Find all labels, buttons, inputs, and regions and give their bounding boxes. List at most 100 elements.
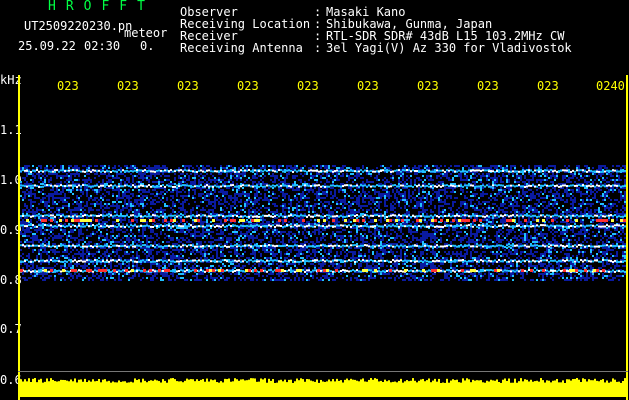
noise-pixel xyxy=(604,193,606,195)
noise-pixel xyxy=(368,229,370,231)
noise-pixel xyxy=(60,229,62,231)
noise-pixel xyxy=(376,197,378,199)
noise-pixel xyxy=(152,167,154,169)
noise-pixel xyxy=(258,183,260,185)
noise-pixel xyxy=(132,205,134,207)
noise-pixel xyxy=(266,229,268,231)
noise-pixel xyxy=(156,165,158,167)
noise-pixel xyxy=(506,229,508,231)
noise-pixel xyxy=(76,213,78,215)
noise-pixel xyxy=(264,195,266,197)
noise-pixel xyxy=(330,193,332,195)
noise-pixel xyxy=(476,181,478,183)
noise-pixel xyxy=(340,167,342,169)
noise-pixel xyxy=(214,179,216,181)
noise-pixel xyxy=(26,235,28,237)
noise-pixel xyxy=(94,165,96,167)
noise-pixel xyxy=(352,197,354,199)
noise-pixel xyxy=(238,169,240,171)
noise-pixel xyxy=(478,201,480,203)
noise-pixel xyxy=(574,223,576,225)
noise-pixel xyxy=(88,235,90,237)
noise-pixel xyxy=(276,233,278,235)
noise-pixel xyxy=(78,189,80,191)
noise-pixel xyxy=(60,165,62,167)
noise-pixel xyxy=(530,175,532,177)
noise-pixel xyxy=(102,173,104,175)
noise-pixel xyxy=(336,217,338,219)
noise-pixel xyxy=(274,205,276,207)
noise-pixel xyxy=(50,229,52,231)
noise-pixel xyxy=(66,173,68,175)
noise-pixel xyxy=(92,189,94,191)
noise-pixel xyxy=(44,201,46,203)
noise-pixel xyxy=(364,197,366,199)
noise-pixel xyxy=(438,221,440,223)
noise-pixel xyxy=(202,165,204,167)
noise-pixel xyxy=(576,209,578,211)
noise-pixel xyxy=(336,231,338,233)
noise-pixel xyxy=(184,187,186,189)
noise-pixel xyxy=(68,209,70,211)
noise-pixel xyxy=(74,179,76,181)
noise-pixel xyxy=(108,175,110,177)
noise-pixel xyxy=(136,195,138,197)
noise-pixel xyxy=(230,197,232,199)
noise-pixel xyxy=(276,231,278,233)
noise-pixel xyxy=(42,181,44,183)
noise-pixel xyxy=(392,191,394,193)
noise-pixel xyxy=(602,199,604,201)
noise-pixel xyxy=(480,167,482,169)
noise-pixel xyxy=(350,211,352,213)
noise-pixel xyxy=(612,233,614,235)
noise-pixel xyxy=(438,181,440,183)
noise-pixel xyxy=(346,167,348,169)
noise-pixel xyxy=(382,165,384,167)
noise-pixel xyxy=(536,199,538,201)
noise-pixel xyxy=(130,229,132,231)
noise-pixel xyxy=(194,235,196,237)
noise-pixel xyxy=(152,201,154,203)
noise-pixel xyxy=(130,207,132,209)
noise-pixel xyxy=(528,199,530,201)
noise-pixel xyxy=(586,167,588,169)
noise-pixel xyxy=(384,177,386,179)
noise-pixel xyxy=(286,207,288,209)
noise-pixel xyxy=(306,231,308,233)
noise-pixel xyxy=(408,191,410,193)
noise-pixel xyxy=(118,177,120,179)
noise-pixel xyxy=(144,171,146,173)
noise-pixel xyxy=(304,235,306,237)
noise-pixel xyxy=(530,189,532,191)
noise-pixel xyxy=(604,183,606,185)
noise-pixel xyxy=(446,191,448,193)
noise-pixel xyxy=(380,183,382,185)
noise-pixel xyxy=(444,175,446,177)
noise-pixel xyxy=(48,193,50,195)
noise-pixel xyxy=(362,177,364,179)
noise-pixel xyxy=(604,167,606,169)
noise-pixel xyxy=(598,201,600,203)
noise-pixel xyxy=(240,193,242,195)
noise-pixel xyxy=(324,183,326,185)
noise-pixel xyxy=(312,211,314,213)
noise-pixel xyxy=(398,191,400,193)
noise-pixel xyxy=(174,205,176,207)
noise-pixel xyxy=(208,179,210,181)
noise-pixel xyxy=(158,201,160,203)
noise-pixel xyxy=(102,223,104,225)
noise-pixel xyxy=(570,189,572,191)
noise-pixel xyxy=(346,203,348,205)
noise-pixel xyxy=(320,175,322,177)
noise-pixel xyxy=(340,209,342,211)
noise-pixel xyxy=(296,205,298,207)
noise-pixel xyxy=(582,227,584,229)
noise-pixel xyxy=(78,209,80,211)
noise-pixel xyxy=(136,211,138,213)
noise-pixel xyxy=(162,209,164,211)
noise-pixel xyxy=(54,193,56,195)
noise-pixel xyxy=(62,197,64,199)
noise-pixel xyxy=(620,227,622,229)
noise-pixel xyxy=(324,223,326,225)
noise-pixel xyxy=(470,203,472,205)
